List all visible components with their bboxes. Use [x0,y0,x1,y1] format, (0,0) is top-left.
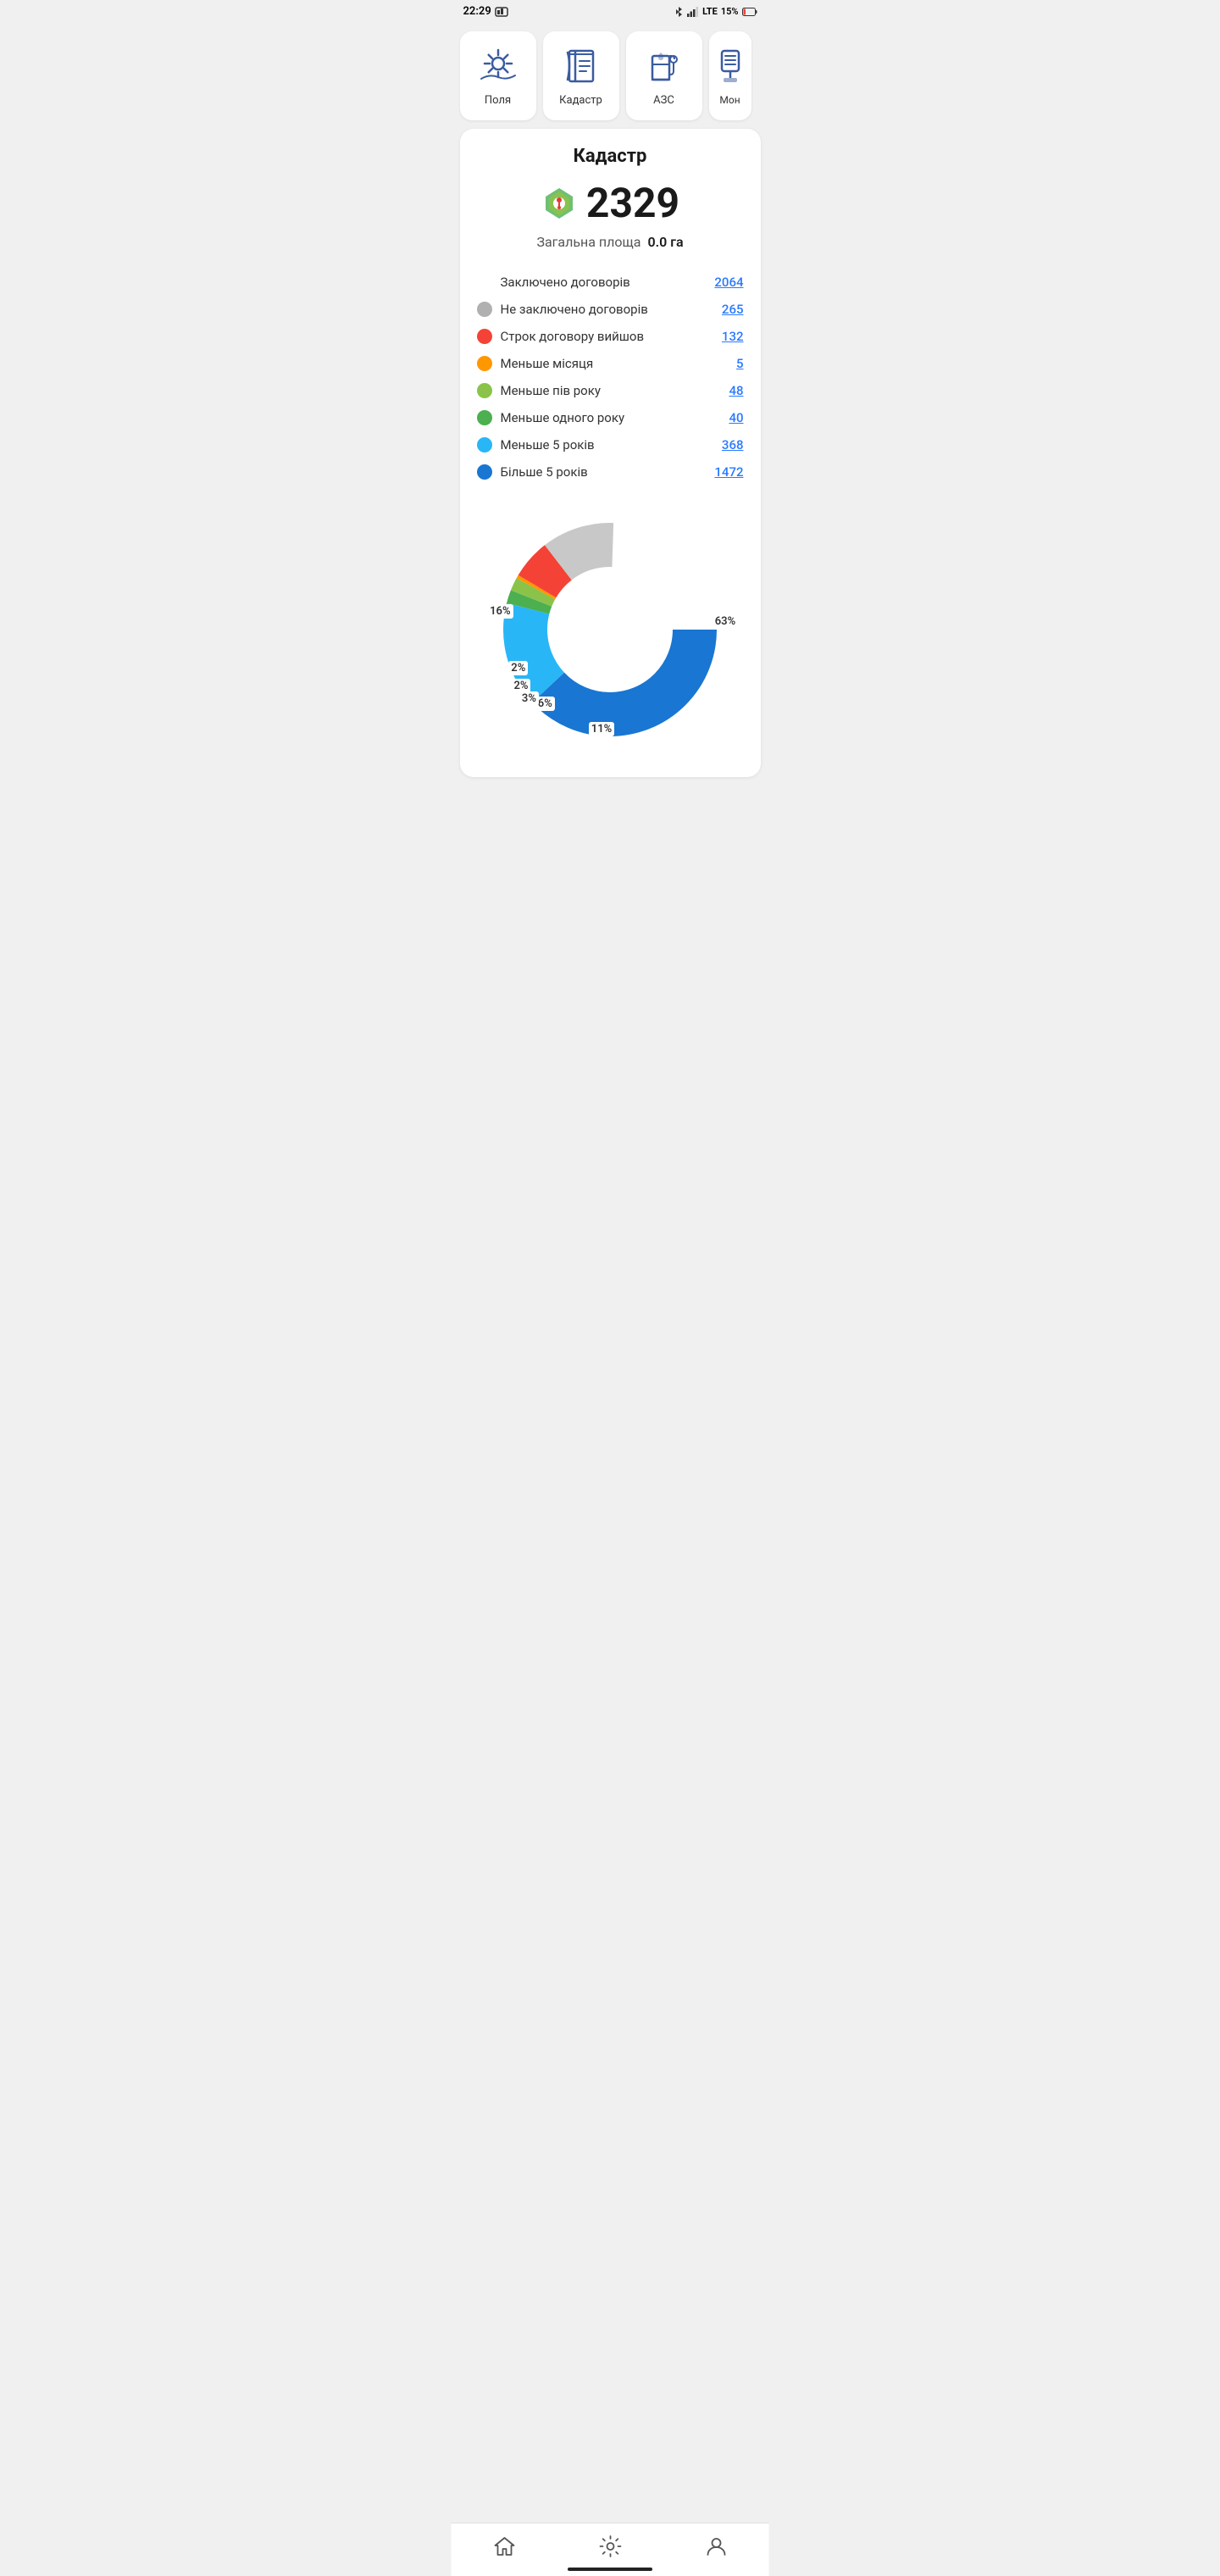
dot-2 [477,329,492,344]
main-card: Кадастр 2329 Загальна площа 0.0 га Заклю… [460,129,761,777]
lte-label: LTE [702,6,718,17]
stat-value-7[interactable]: 1472 [714,464,743,480]
nav-tile-fields[interactable]: Поля [460,31,536,120]
nav-tile-gas[interactable]: АЗС [626,31,702,120]
stat-label-0: Заключено договорів [501,275,707,290]
gas-label: АЗС [653,94,674,107]
dot-6 [477,437,492,452]
dot-1 [477,302,492,317]
dot-4 [477,383,492,398]
book-icon [564,47,598,85]
total-area-value: 0.0 га [647,234,683,250]
mop-icon [715,49,746,83]
nav-profile[interactable] [685,2532,747,2561]
stat-row-less-year: Меньше одного року 40 [477,404,744,431]
signal-icon [687,7,699,17]
stat-row-contracts-made: Заключено договорів 2064 [477,269,744,296]
fields-icon-wrap [477,45,519,87]
total-area: Загальна площа 0.0 га [477,234,744,250]
stat-row-less-5years: Меньше 5 років 368 [477,431,744,458]
cadastre-icon-wrap [560,45,602,87]
stat-row-expired: Строк договору вийшов 132 [477,323,744,350]
stat-value-4[interactable]: 48 [729,383,743,398]
fields-label: Поля [485,94,511,107]
bluetooth-icon [674,6,684,18]
stats-list: Заключено договорів 2064 Не заключено до… [477,269,744,486]
nav-settings[interactable] [579,2532,641,2561]
stat-row-more-5years: Більше 5 років 1472 [477,458,744,486]
hero-count: 2329 [477,179,744,227]
cadastre-label: Кадастр [559,94,602,107]
dot-3 [477,356,492,371]
total-count: 2329 [586,179,679,227]
gas-icon [647,47,681,85]
home-icon [493,2536,515,2557]
sun-icon [478,48,518,84]
nav-tiles: Поля Кадастр [452,23,769,129]
donut-chart: 63% 16% 11% 6% 2% 2% 3% [477,502,744,757]
stat-value-2[interactable]: 132 [722,329,744,344]
donut-svg [483,502,737,757]
stat-label-7: Більше 5 років [501,464,707,480]
total-area-label: Загальна площа [536,234,640,250]
gas-icon-wrap [643,45,685,87]
nav-tile-cadastre[interactable]: Кадастр [543,31,619,120]
stat-value-1[interactable]: 265 [722,302,744,317]
sim-icon [495,6,508,18]
stat-value-6[interactable]: 368 [722,437,744,452]
map-pin-icon [541,185,578,222]
stat-label-6: Меньше 5 років [501,437,713,452]
nav-tile-mop[interactable]: Мон [709,31,751,120]
stat-row-less-halfyear: Меньше пів року 48 [477,377,744,404]
donut-center [549,569,671,691]
dot-5 [477,410,492,425]
stat-value-5[interactable]: 40 [729,410,743,425]
settings-icon [599,2535,621,2557]
stat-label-4: Меньше пів року [501,383,721,398]
battery-label: 15% [721,6,739,17]
stat-value-3[interactable]: 5 [736,356,744,371]
stat-row-not-contracted: Не заключено договорів 265 [477,296,744,323]
mop-label: Мон [719,94,740,106]
stat-label-5: Меньше одного року [501,410,721,425]
stat-label-3: Меньше місяця [501,356,728,371]
stat-label-1: Не заключено договорів [501,302,713,317]
profile-icon [705,2535,727,2557]
mop-icon-wrap [709,45,751,87]
card-title: Кадастр [477,146,744,167]
status-bar: 22:29 LTE 15% [452,0,769,23]
dot-7 [477,464,492,480]
stat-row-less-month: Меньше місяця 5 [477,350,744,377]
time-display: 22:29 [463,5,491,18]
nav-home[interactable] [473,2533,535,2560]
stat-value-0[interactable]: 2064 [714,275,743,290]
stat-label-2: Строк договору вийшов [501,329,713,344]
status-right: LTE 15% [674,6,757,18]
battery-icon [742,8,757,16]
home-indicator [568,2568,652,2571]
